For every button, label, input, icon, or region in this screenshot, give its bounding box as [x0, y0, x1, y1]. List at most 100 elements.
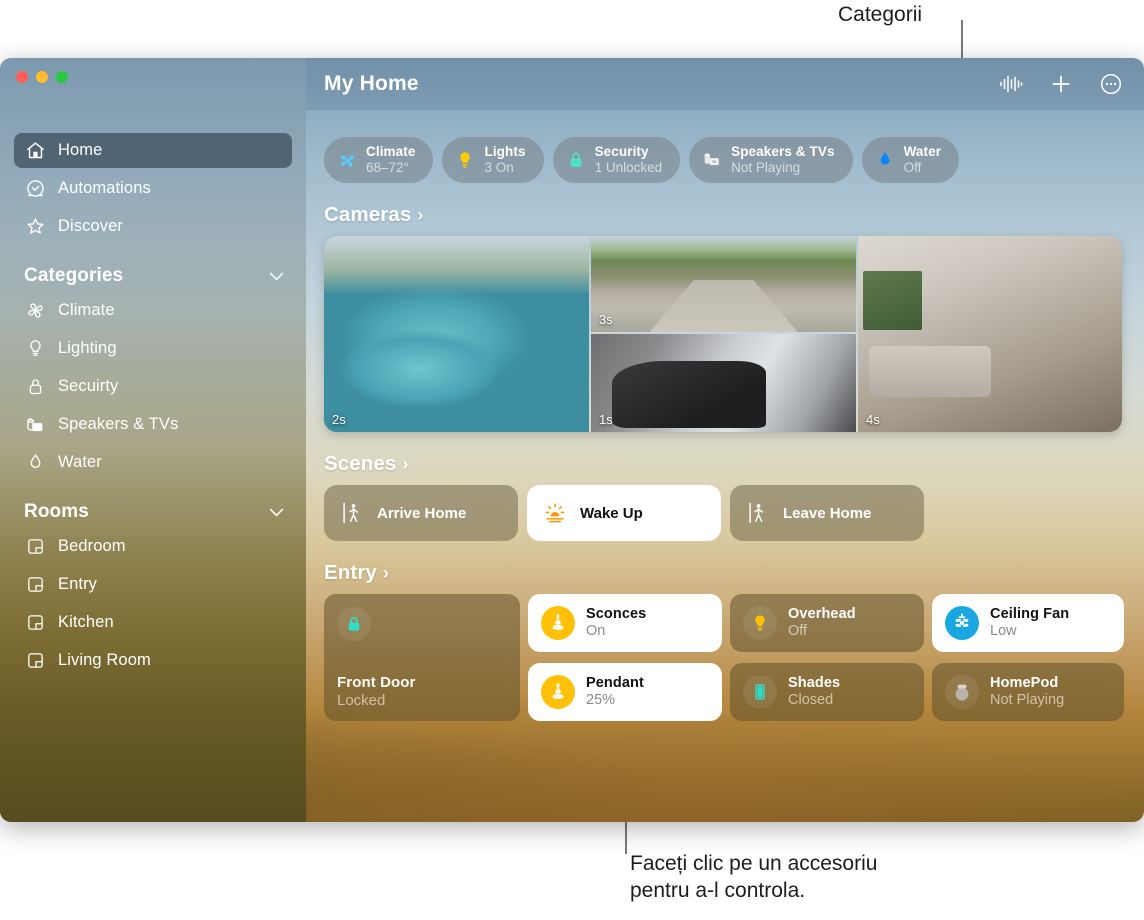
accessory-label: Shades: [788, 674, 841, 691]
status-chip-lights[interactable]: Lights 3 On: [442, 137, 544, 183]
camera-timestamp: 1s: [599, 412, 613, 427]
camera-tile-garage[interactable]: 1s: [591, 334, 856, 432]
section-header-cameras[interactable]: Cameras ›: [324, 203, 1144, 227]
chevron-right-icon[interactable]: ›: [417, 205, 423, 226]
status-chip-water[interactable]: Water Off: [861, 137, 960, 183]
clock-icon: [24, 178, 46, 200]
speaker-tv-icon: tv: [701, 149, 723, 171]
section-title: Entry: [324, 561, 377, 584]
accessory-status: 25%: [586, 692, 616, 708]
traffic-lights: [16, 71, 68, 83]
accessory-status: On: [586, 623, 606, 639]
fan-icon: [336, 149, 358, 171]
camera-tile-living-room[interactable]: 4s: [858, 236, 1122, 432]
sconce-icon: [541, 606, 575, 640]
camera-tile-driveway[interactable]: 3s: [591, 236, 856, 332]
toolbar: My Home: [306, 58, 1144, 111]
section-header-entry[interactable]: Entry ›: [324, 561, 1144, 585]
scene-leave-home[interactable]: Leave Home: [730, 485, 924, 541]
status-chip-speakers-tvs[interactable]: tv Speakers & TVs Not Playing: [689, 137, 853, 183]
sidebar-item-automations[interactable]: Automations: [14, 171, 292, 206]
status-chip-title: Speakers & TVs: [731, 144, 835, 160]
callout-label-categories: Categorii: [838, 3, 923, 26]
sidebar-item-label: Bedroom: [58, 537, 126, 555]
sconce-icon: [541, 675, 575, 709]
camera-timestamp: 4s: [866, 412, 880, 427]
fan-icon: [945, 606, 979, 640]
accessory-tile-front-door[interactable]: Front Door Locked: [324, 594, 520, 721]
status-chip-row: Climate 68–72° Lights 3 On Security 1 Un…: [306, 111, 1144, 183]
walk-in-icon: [340, 501, 364, 525]
accessory-status: Closed: [788, 692, 834, 708]
speaker-tv-icon: tv: [24, 414, 46, 436]
scene-row: Arrive Home Wake Up Leave Home: [324, 485, 1144, 541]
sidebar-item-security[interactable]: Secuirty: [14, 369, 292, 404]
bulb-icon: [454, 149, 476, 171]
scene-arrive-home[interactable]: Arrive Home: [324, 485, 518, 541]
section-header-scenes[interactable]: Scenes ›: [324, 452, 1144, 476]
camera-timestamp: 2s: [332, 412, 346, 427]
chevron-down-icon[interactable]: [269, 265, 284, 287]
camera-tile-pool[interactable]: 2s: [324, 236, 589, 432]
accessory-tile-sconces[interactable]: Sconces On: [528, 594, 722, 652]
zoom-button[interactable]: [56, 71, 68, 83]
more-options-icon[interactable]: [1098, 71, 1124, 97]
minimize-button[interactable]: [36, 71, 48, 83]
sidebar-item-label: Speakers & TVs: [58, 415, 179, 433]
sidebar-list: Home Automations Discover Categories Cli…: [0, 130, 306, 681]
scene-label: Leave Home: [783, 504, 872, 522]
add-icon[interactable]: [1048, 71, 1074, 97]
lock-icon: [337, 607, 371, 641]
accessory-label: Ceiling Fan: [990, 605, 1070, 622]
home-app-window: Home Automations Discover Categories Cli…: [0, 58, 1144, 822]
accessory-tile-overhead[interactable]: Overhead Off: [730, 594, 924, 652]
sidebar-item-label: Entry: [58, 575, 98, 593]
accessory-tile-shades[interactable]: Shades Closed: [730, 663, 924, 721]
sidebar-item-climate[interactable]: Climate: [14, 293, 292, 328]
sidebar-section-rooms[interactable]: Rooms: [24, 501, 284, 523]
sidebar-section-title: Categories: [24, 265, 124, 286]
entry-accessory-grid: Front Door Locked Sconces On Overhead Of…: [324, 594, 1124, 721]
accessory-status: Not Playing: [990, 692, 1065, 708]
bulb-icon: [743, 606, 777, 640]
sidebar-item-discover[interactable]: Discover: [14, 209, 292, 244]
status-chip-security[interactable]: Security 1 Unlocked: [552, 137, 681, 183]
room-icon: [24, 650, 46, 672]
sidebar-item-entry[interactable]: Entry: [14, 567, 292, 602]
scene-wake-up[interactable]: Wake Up: [527, 485, 721, 541]
main-content: My Home Climate 68–72° Lights 3 On Secur…: [306, 58, 1144, 822]
room-icon: [24, 536, 46, 558]
chevron-right-icon[interactable]: ›: [402, 454, 408, 475]
sidebar-item-kitchen[interactable]: Kitchen: [14, 605, 292, 640]
status-chip-status: Off: [903, 160, 922, 175]
homepod-icon: [945, 675, 979, 709]
accessory-tile-ceiling-fan[interactable]: Ceiling Fan Low: [932, 594, 1124, 652]
close-button[interactable]: [16, 71, 28, 83]
sidebar-item-label: Water: [58, 453, 102, 471]
sidebar-item-label: Living Room: [58, 651, 151, 669]
sidebar-item-speakers-tvs[interactable]: tv Speakers & TVs: [14, 407, 292, 442]
accessory-label: Overhead: [788, 605, 856, 622]
accessory-status: Low: [990, 623, 1017, 639]
status-chip-climate[interactable]: Climate 68–72°: [324, 137, 434, 183]
sidebar-item-living-room[interactable]: Living Room: [14, 643, 292, 678]
camera-grid: 2s 3s 1s 4s: [324, 236, 1122, 432]
accessory-tile-pendant[interactable]: Pendant 25%: [528, 663, 722, 721]
chevron-right-icon[interactable]: ›: [383, 563, 389, 584]
accessory-tile-homepod[interactable]: HomePod Not Playing: [932, 663, 1124, 721]
scene-label: Wake Up: [580, 504, 643, 522]
room-icon: [24, 574, 46, 596]
sidebar-item-water[interactable]: Water: [14, 445, 292, 480]
lock-icon: [565, 149, 587, 171]
sidebar-item-lighting[interactable]: Lighting: [14, 331, 292, 366]
sidebar-item-label: Secuirty: [58, 377, 119, 395]
sidebar-item-home[interactable]: Home: [14, 133, 292, 168]
sidebar-section-categories[interactable]: Categories: [24, 265, 284, 287]
siri-waveform-icon[interactable]: [998, 71, 1024, 97]
sidebar-item-label: Automations: [58, 179, 151, 197]
accessory-status: Off: [788, 623, 808, 639]
sidebar-item-label: Discover: [58, 217, 123, 235]
sidebar-item-bedroom[interactable]: Bedroom: [14, 529, 292, 564]
status-chip-status: 1 Unlocked: [594, 160, 663, 175]
chevron-down-icon[interactable]: [269, 501, 284, 523]
